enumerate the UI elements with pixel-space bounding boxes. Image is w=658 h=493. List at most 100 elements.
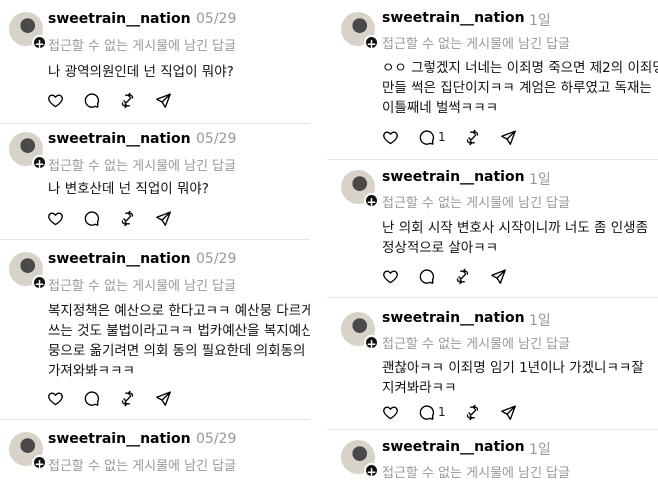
post-text-line: 나 광역의원인데 넌 직업이 뭐야? — [48, 64, 234, 80]
speech-bubble-icon — [83, 92, 100, 109]
avatar[interactable]: + — [341, 312, 379, 351]
username[interactable]: sweetrain__nation — [382, 439, 525, 455]
reply-context: 접근할 수 없는 게시물에 남긴 답글 — [382, 196, 571, 211]
post-text: ㅇㅇ 그렇겠지 너네는 이죄명 죽으면 제2의 이죄명 만들 썩은 집단이지ㅋㅋ… — [382, 58, 658, 118]
avatar[interactable]: + — [9, 132, 47, 171]
repost-icon — [464, 129, 481, 146]
username[interactable]: sweetrain__nation — [382, 169, 525, 185]
avatar[interactable]: + — [341, 12, 379, 51]
plus-icon[interactable]: + — [32, 35, 47, 51]
reply-count: 1 — [438, 405, 446, 419]
repost-button[interactable] — [119, 208, 136, 228]
action-bar — [47, 388, 207, 408]
username[interactable]: sweetrain__nation — [48, 131, 191, 147]
share-button[interactable] — [155, 388, 172, 408]
post-text-line: 이틀째네 벌썩ㅋㅋㅋ — [382, 100, 499, 116]
post-text-line: 뭉으로 옮기려면 의회 동의 필요한데 의회동의 — [48, 343, 306, 359]
avatar[interactable]: + — [341, 170, 379, 209]
like-button[interactable] — [47, 90, 64, 110]
avatar[interactable]: + — [341, 440, 379, 479]
reply-post[interactable]: + sweetrain__nation 05/29 접근할 수 없는 게시물에 … — [0, 124, 310, 240]
send-icon — [500, 129, 517, 146]
plus-icon[interactable]: + — [32, 155, 47, 171]
plus-icon[interactable]: + — [364, 463, 379, 479]
reply-post[interactable]: + sweetrain__nation 05/29 접근할 수 없는 게시물에 … — [0, 420, 310, 493]
send-icon — [155, 390, 172, 407]
username[interactable]: sweetrain__nation — [382, 310, 525, 326]
reply-post[interactable]: + sweetrain__nation 1일 접근할 수 없는 게시물에 남긴 … — [327, 298, 658, 430]
post-date: 05/29 — [196, 131, 237, 147]
repost-button[interactable] — [464, 127, 481, 147]
reply-button[interactable]: 1 — [418, 402, 446, 422]
post-date: 1일 — [529, 172, 551, 188]
post-text-line: 난 의회 시작 변호사 시작이니까 너도 좀 인생좀 — [382, 220, 649, 236]
action-bar — [47, 208, 207, 228]
reply-post[interactable]: + sweetrain__nation 05/29 접근할 수 없는 게시물에 … — [0, 0, 310, 124]
share-button[interactable] — [500, 127, 517, 147]
heart-icon — [47, 92, 64, 109]
send-icon — [155, 92, 172, 109]
post-date: 05/29 — [196, 11, 237, 27]
reply-button[interactable] — [83, 208, 100, 228]
repost-button[interactable] — [454, 266, 471, 286]
heart-icon — [47, 210, 64, 227]
reply-context: 접근할 수 없는 게시물에 남긴 답글 — [48, 459, 237, 474]
post-date: 1일 — [529, 13, 551, 29]
username[interactable]: sweetrain__nation — [48, 11, 191, 27]
post-text-line: 괜찮아ㅋㅋ 이죄명 임기 1년이나 가겠니ㅋㅋ잘 — [382, 360, 644, 376]
like-button[interactable] — [382, 402, 399, 422]
reply-button[interactable] — [83, 388, 100, 408]
reply-post[interactable]: + sweetrain__nation 05/29 접근할 수 없는 게시물에 … — [0, 240, 310, 420]
speech-bubble-icon — [418, 404, 435, 421]
share-button[interactable] — [500, 402, 517, 422]
reply-post[interactable]: + sweetrain__nation 1일 접근할 수 없는 게시물에 남긴 … — [327, 0, 658, 160]
avatar[interactable]: + — [9, 432, 47, 471]
repost-button[interactable] — [119, 90, 136, 110]
reply-context: 접근할 수 없는 게시물에 남긴 답글 — [382, 37, 571, 52]
username[interactable]: sweetrain__nation — [48, 251, 191, 267]
left-reply-column: + sweetrain__nation 05/29 접근할 수 없는 게시물에 … — [0, 0, 310, 493]
reply-context: 접근할 수 없는 게시물에 남긴 답글 — [48, 159, 237, 174]
heart-icon — [382, 268, 399, 285]
speech-bubble-icon — [418, 129, 435, 146]
repost-icon — [119, 210, 136, 227]
heart-icon — [382, 404, 399, 421]
plus-icon[interactable]: + — [32, 455, 47, 471]
repost-icon — [454, 268, 471, 285]
reply-button[interactable]: 1 — [418, 127, 446, 147]
like-button[interactable] — [382, 127, 399, 147]
repost-icon — [119, 92, 136, 109]
reply-button[interactable] — [418, 266, 435, 286]
reply-post[interactable]: + sweetrain__nation 1일 접근할 수 없는 게시물에 남긴 … — [327, 430, 658, 493]
plus-icon[interactable]: + — [32, 275, 47, 291]
plus-icon[interactable]: + — [364, 35, 379, 51]
send-icon — [155, 210, 172, 227]
reply-post[interactable]: + sweetrain__nation 1일 접근할 수 없는 게시물에 남긴 … — [327, 160, 658, 298]
like-button[interactable] — [47, 208, 64, 228]
reply-context: 접근할 수 없는 게시물에 남긴 답글 — [48, 39, 237, 54]
like-button[interactable] — [47, 388, 64, 408]
plus-icon[interactable]: + — [364, 193, 379, 209]
plus-icon[interactable]: + — [364, 335, 379, 351]
username[interactable]: sweetrain__nation — [48, 431, 191, 447]
share-button[interactable] — [155, 208, 172, 228]
speech-bubble-icon — [83, 390, 100, 407]
avatar[interactable]: + — [9, 12, 47, 51]
heart-icon — [47, 390, 64, 407]
action-bar — [47, 90, 207, 110]
post-text-line: 쓰는 것도 불법이라고ㅋㅋ 법카예산을 복지예산 — [48, 323, 310, 339]
reply-button[interactable] — [83, 90, 100, 110]
share-button[interactable] — [490, 266, 507, 286]
post-text: 나 광역의원인데 넌 직업이 뭐야? — [48, 62, 234, 82]
post-text-line: 복지정책은 예산으로 한다고ㅋㅋ 예산뭉 다르게 — [48, 303, 310, 319]
avatar[interactable]: + — [9, 252, 47, 291]
reply-count: 1 — [438, 130, 446, 144]
post-text-line: 가져와봐ㅋㅋㅋ — [48, 363, 135, 379]
share-button[interactable] — [155, 90, 172, 110]
like-button[interactable] — [382, 266, 399, 286]
speech-bubble-icon — [83, 210, 100, 227]
repost-button[interactable] — [119, 388, 136, 408]
repost-button[interactable] — [464, 402, 481, 422]
username[interactable]: sweetrain__nation — [382, 10, 525, 26]
post-date: 05/29 — [196, 431, 237, 447]
